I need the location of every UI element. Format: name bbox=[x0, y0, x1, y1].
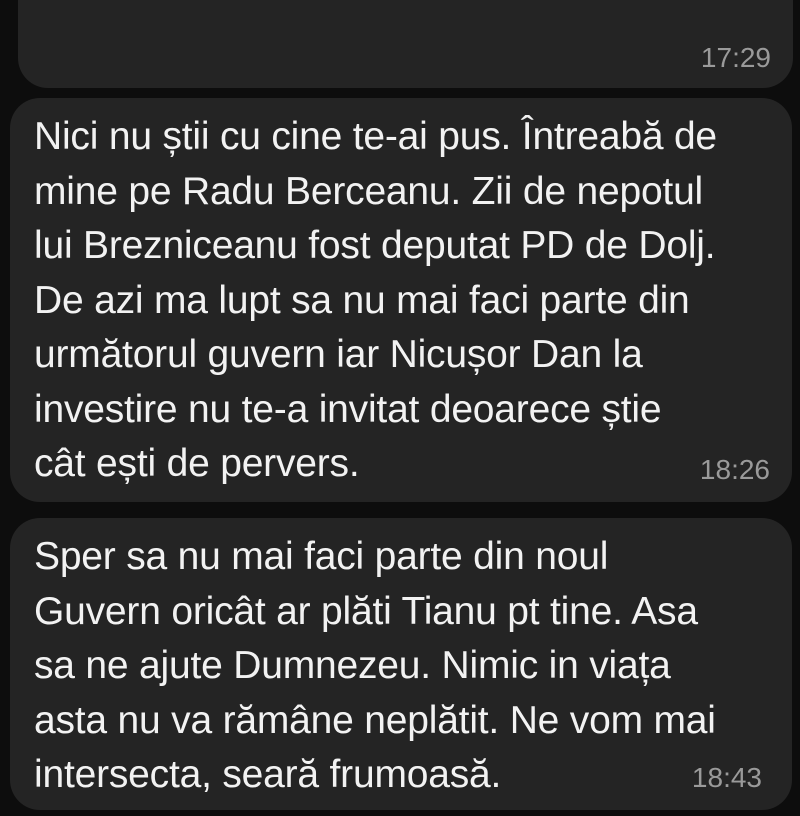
message-text: Sper sa nu mai faci parte din noul Guver… bbox=[34, 535, 716, 796]
message-bubble[interactable]: Sper sa nu mai faci parte din noul Guver… bbox=[10, 518, 792, 810]
message-timestamp: 18:43 bbox=[691, 762, 762, 793]
message-bubble[interactable]: 17:29 bbox=[18, 0, 793, 88]
message-text: Nici nu știi cu cine te-ai pus. Întreabă… bbox=[34, 115, 717, 485]
chat-view: 17:29 Nici nu știi cu cine te-ai pus. În… bbox=[0, 0, 800, 816]
message-bubble[interactable]: Nici nu știi cu cine te-ai pus. Întreabă… bbox=[10, 98, 792, 502]
message-timestamp: 18:26 bbox=[699, 454, 770, 485]
message-timestamp: 17:29 bbox=[700, 42, 771, 73]
